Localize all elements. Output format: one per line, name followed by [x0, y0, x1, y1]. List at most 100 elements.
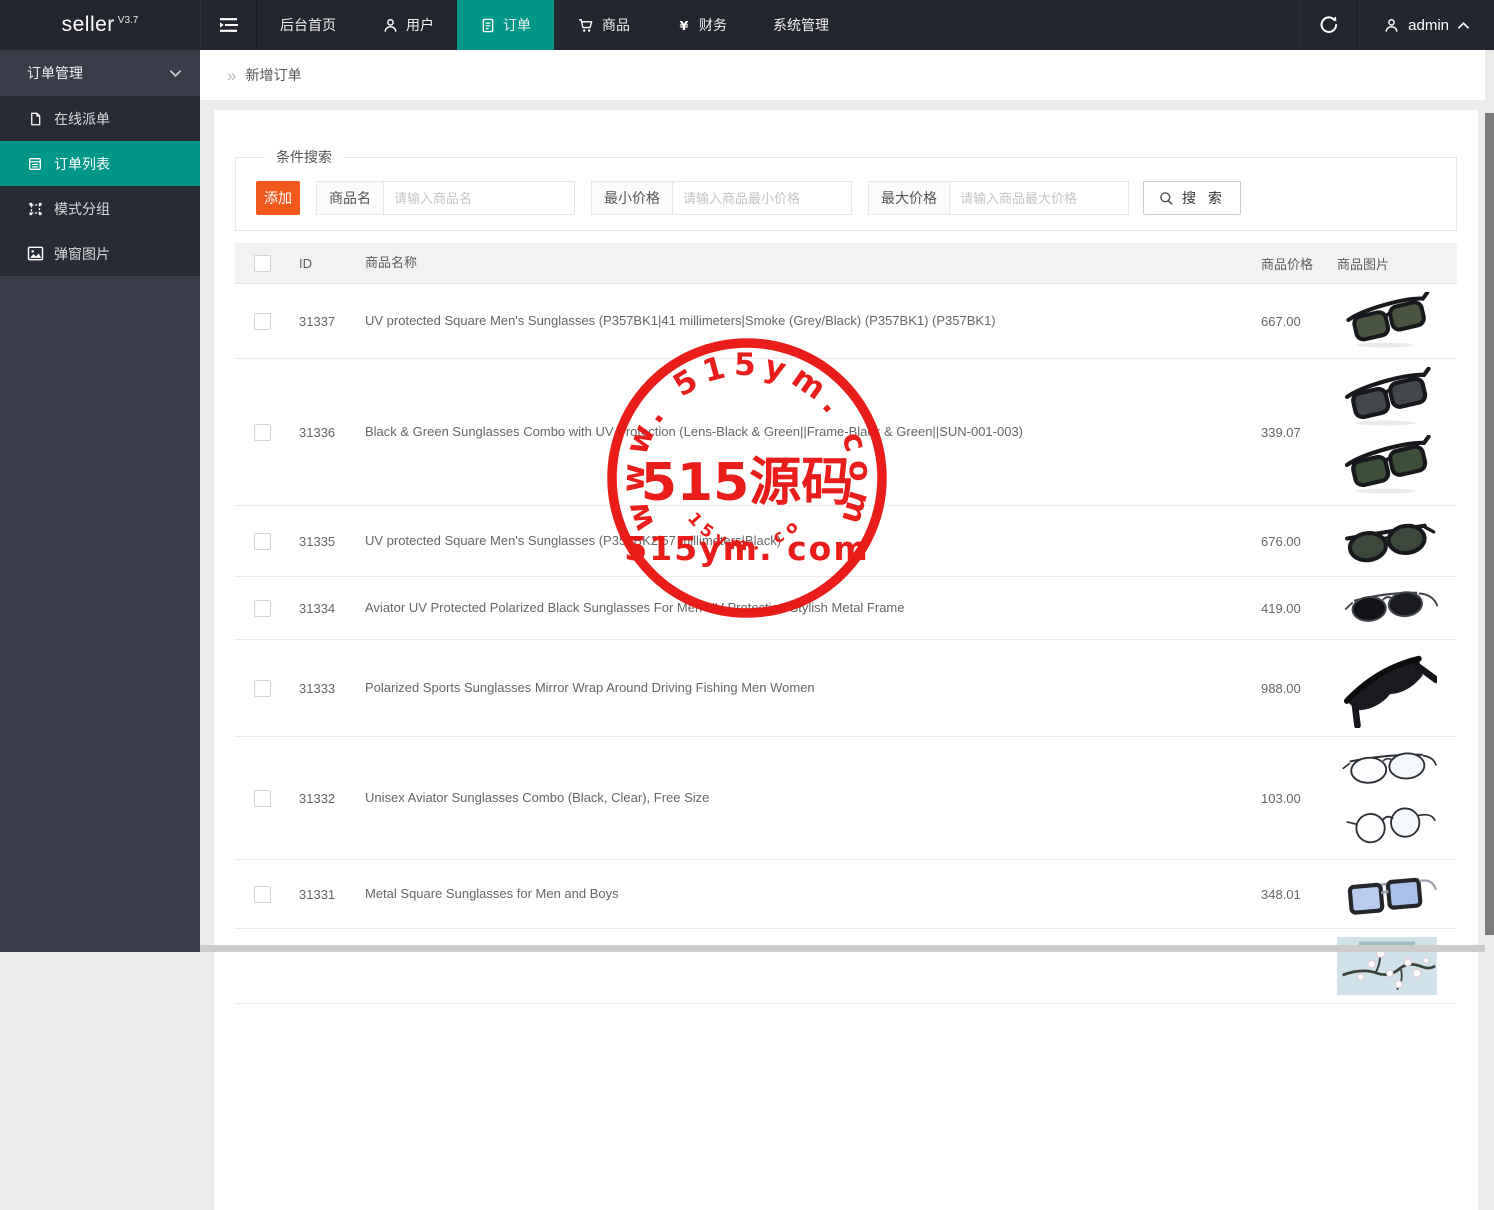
horizontal-scrollbar[interactable]: [200, 945, 1485, 952]
user-name: admin: [1408, 17, 1449, 34]
order-list-icon: [26, 156, 44, 172]
vertical-scrollbar[interactable]: [1485, 50, 1494, 952]
topnav-item-label: 系统管理: [773, 15, 829, 35]
product-name: [351, 958, 1261, 974]
table-row: 31332Unisex Aviator Sunglasses Combo (Bl…: [235, 737, 1457, 860]
row-checkbox[interactable]: [254, 600, 271, 617]
product-price: 339.07: [1261, 425, 1337, 440]
table-row: 31335UV protected Square Men's Sunglasse…: [235, 506, 1457, 577]
order-doc-icon: [480, 17, 496, 34]
sidebar-item-2[interactable]: 订单列表: [0, 141, 200, 186]
table-row: 31333Polarized Sports Sunglasses Mirror …: [235, 640, 1457, 737]
sidebar-item-3[interactable]: 模式分组: [0, 186, 200, 231]
product-id: 31337: [285, 314, 351, 329]
table-row: 31334Aviator UV Protected Polarized Blac…: [235, 577, 1457, 640]
product-price: 419.00: [1261, 601, 1337, 616]
chevron-down-icon: [169, 69, 182, 78]
sidebar-submenu: 在线派单订单列表模式分组弹窗图片: [0, 96, 200, 276]
product-name: Metal Square Sunglasses for Men and Boys: [351, 876, 1261, 912]
search-panel: 条件搜索 添加 商品名 最小价格最大价格 搜 索: [235, 147, 1457, 231]
hamburger-icon: [219, 17, 238, 33]
search-field-input-2[interactable]: [672, 181, 852, 215]
breadcrumb-label: 新增订单: [245, 65, 301, 85]
refresh-button[interactable]: [1300, 0, 1358, 50]
product-price: 676.00: [1261, 534, 1337, 549]
brand-version: V3.7: [118, 15, 139, 26]
row-checkbox[interactable]: [254, 790, 271, 807]
table-row: 31337UV protected Square Men's Sunglasse…: [235, 284, 1457, 359]
topnav-item-label: 用户: [406, 15, 434, 35]
product-image-sunglasses-wayfarer-black: [1337, 367, 1437, 429]
topnav-item-5[interactable]: ¥财务: [653, 0, 750, 50]
product-name: UV protected Square Men's Sunglasses (P3…: [351, 523, 1261, 559]
search-field-label: 最大价格: [868, 181, 949, 215]
topnav-item-2[interactable]: 用户: [359, 0, 457, 50]
row-checkbox[interactable]: [254, 886, 271, 903]
sidebar-group-label: 订单管理: [27, 63, 83, 83]
products-table: ID 商品名称 商品价格 商品图片 31337UV protected Squa…: [235, 243, 1457, 1004]
menu-collapse-button[interactable]: [200, 0, 257, 50]
column-header-image: 商品图片: [1337, 254, 1457, 273]
topbar-right: admin: [1300, 0, 1494, 50]
topnav-item-1[interactable]: 后台首页: [257, 0, 359, 50]
search-field-group-3: 最大价格: [868, 181, 1129, 215]
product-image-sunglasses-square-blue: [1337, 868, 1437, 920]
table-row: 31336Black & Green Sunglasses Combo with…: [235, 359, 1457, 506]
search-field-input-1[interactable]: [383, 181, 575, 215]
product-price: 103.00: [1261, 791, 1337, 806]
topnav-item-3[interactable]: 订单: [457, 0, 554, 50]
topbar: seller V3.7 后台首页用户订单商品¥财务系统管理 admin: [0, 0, 1494, 50]
search-panel-legend: 条件搜索: [266, 147, 342, 167]
product-name: UV protected Square Men's Sunglasses (P3…: [351, 303, 1261, 339]
column-header-id: ID: [285, 256, 351, 271]
table-body: 31337UV protected Square Men's Sunglasse…: [235, 284, 1457, 1004]
search-field-group-2: 最小价格: [591, 181, 852, 215]
add-button[interactable]: 添加: [256, 181, 300, 215]
sidebar-item-1[interactable]: 在线派单: [0, 96, 200, 141]
product-price: 667.00: [1261, 314, 1337, 329]
double-chevron-right-icon: »: [227, 67, 236, 84]
sidebar-item-4[interactable]: 弹窗图片: [0, 231, 200, 276]
sidebar-item-label: 订单列表: [54, 154, 110, 174]
sidebar-item-label: 在线派单: [54, 109, 110, 129]
product-image-sunglasses-aviator-black: [1337, 585, 1441, 631]
user-icon: [382, 17, 399, 34]
topnav-item-6[interactable]: 系统管理: [750, 0, 852, 50]
product-id: 31335: [285, 534, 351, 549]
row-checkbox[interactable]: [254, 313, 271, 330]
user-icon: [1383, 17, 1400, 34]
topnav-item-4[interactable]: 商品: [554, 0, 653, 50]
table-header-row: ID 商品名称 商品价格 商品图片: [235, 243, 1457, 284]
column-header-name: 商品名称: [351, 253, 1261, 273]
column-header-price: 商品价格: [1261, 254, 1337, 273]
product-name: Polarized Sports Sunglasses Mirror Wrap …: [351, 670, 1261, 706]
select-all-checkbox[interactable]: [254, 255, 271, 272]
sidebar: 订单管理 在线派单订单列表模式分组弹窗图片: [0, 50, 200, 952]
product-name: Black & Green Sunglasses Combo with UV P…: [351, 414, 1261, 450]
sidebar-group-order-management[interactable]: 订单管理: [0, 50, 200, 96]
vertical-scrollbar-thumb[interactable]: [1485, 113, 1494, 935]
user-menu[interactable]: admin: [1358, 0, 1494, 50]
product-id: 31331: [285, 887, 351, 902]
product-id: 31334: [285, 601, 351, 616]
row-checkbox[interactable]: [254, 424, 271, 441]
row-checkbox[interactable]: [254, 680, 271, 697]
product-image-glasses-round-clear: [1337, 799, 1437, 851]
sidebar-item-label: 弹窗图片: [54, 244, 110, 264]
topnav-item-label: 商品: [602, 15, 630, 35]
product-name: Aviator UV Protected Polarized Black Sun…: [351, 590, 1261, 626]
picture-icon: [26, 246, 44, 261]
search-field-input-3[interactable]: [949, 181, 1129, 215]
topnav-item-label: 订单: [503, 15, 531, 35]
search-button[interactable]: 搜 索: [1143, 181, 1241, 215]
sidebar-item-label: 模式分组: [54, 199, 110, 219]
file-icon: [26, 111, 44, 127]
search-field-label: 商品名: [316, 181, 383, 215]
product-image-sunglasses-sport-black: [1337, 648, 1437, 728]
content-card: 条件搜索 添加 商品名 最小价格最大价格 搜 索 ID 商品名称 商品价格 商品图…: [214, 110, 1478, 1210]
search-icon: [1158, 190, 1175, 207]
search-field-group-1: 商品名: [316, 181, 575, 215]
row-checkbox[interactable]: [254, 533, 271, 550]
breadcrumb: » 新增订单: [200, 50, 1494, 100]
product-id: 31333: [285, 681, 351, 696]
